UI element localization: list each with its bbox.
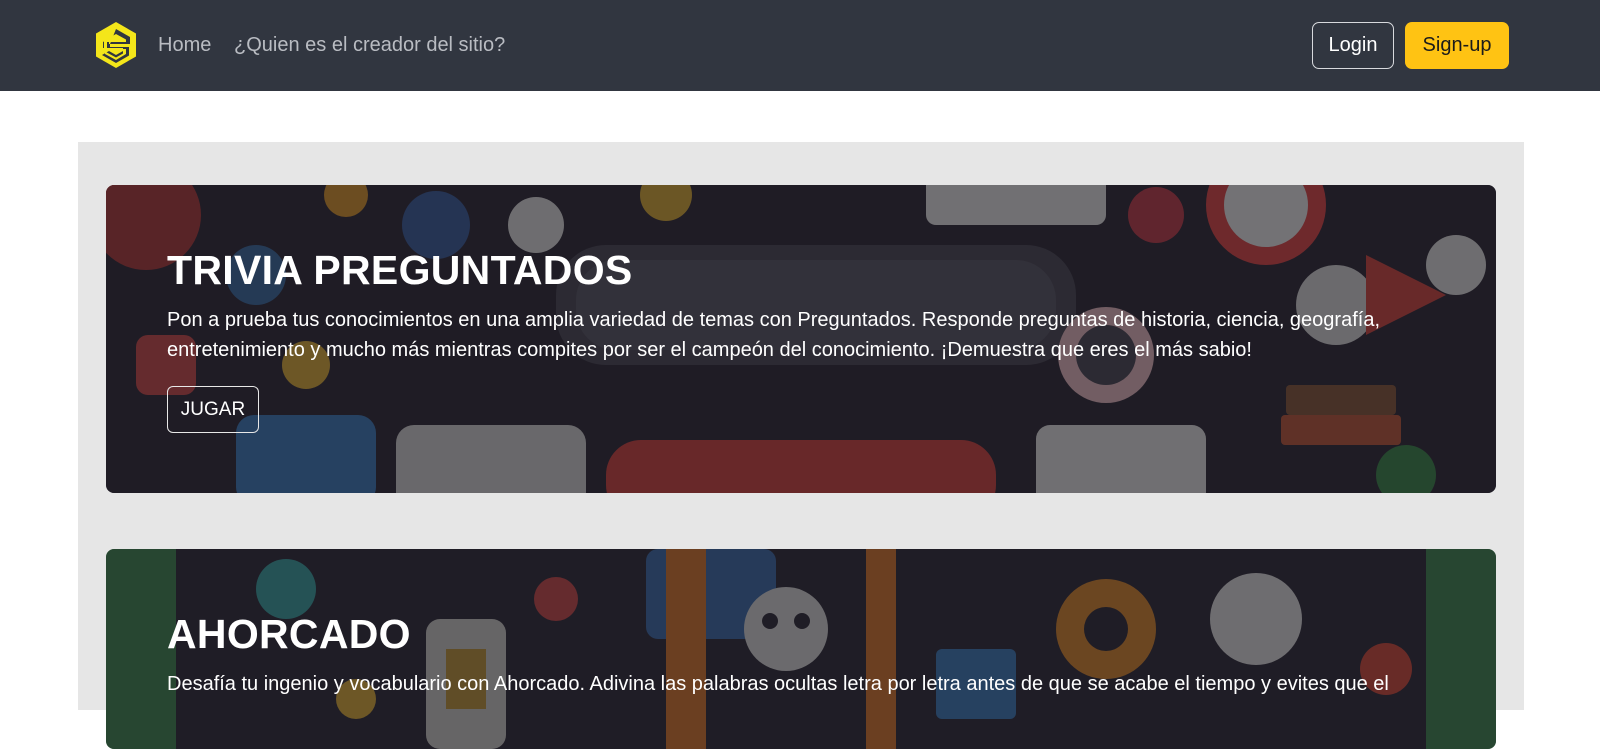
login-button[interactable]: Login: [1312, 22, 1394, 69]
top-navbar: Home ¿Quien es el creador del sitio? Log…: [0, 0, 1600, 91]
game-title: TRIVIA PREGUNTADOS: [167, 247, 633, 293]
signup-button[interactable]: Sign-up: [1405, 22, 1509, 69]
games-panel: TRIVIA PREGUNTADOS Pon a prueba tus cono…: [78, 142, 1524, 749]
s-logo-icon[interactable]: [93, 20, 139, 70]
nav-link-home[interactable]: Home: [158, 32, 211, 58]
game-card-ahorcado: AHORCADO Desafía tu ingenio y vocabulari…: [106, 549, 1496, 749]
play-button[interactable]: JUGAR: [167, 386, 259, 433]
game-title: AHORCADO: [167, 611, 411, 657]
nav-link-site-creator[interactable]: ¿Quien es el creador del sitio?: [234, 32, 505, 58]
game-description: Desafía tu ingenio y vocabulario con Aho…: [167, 673, 1389, 695]
game-card-trivia: TRIVIA PREGUNTADOS Pon a prueba tus cono…: [106, 185, 1496, 493]
game-description: Pon a prueba tus conocimientos en una am…: [167, 309, 1380, 361]
